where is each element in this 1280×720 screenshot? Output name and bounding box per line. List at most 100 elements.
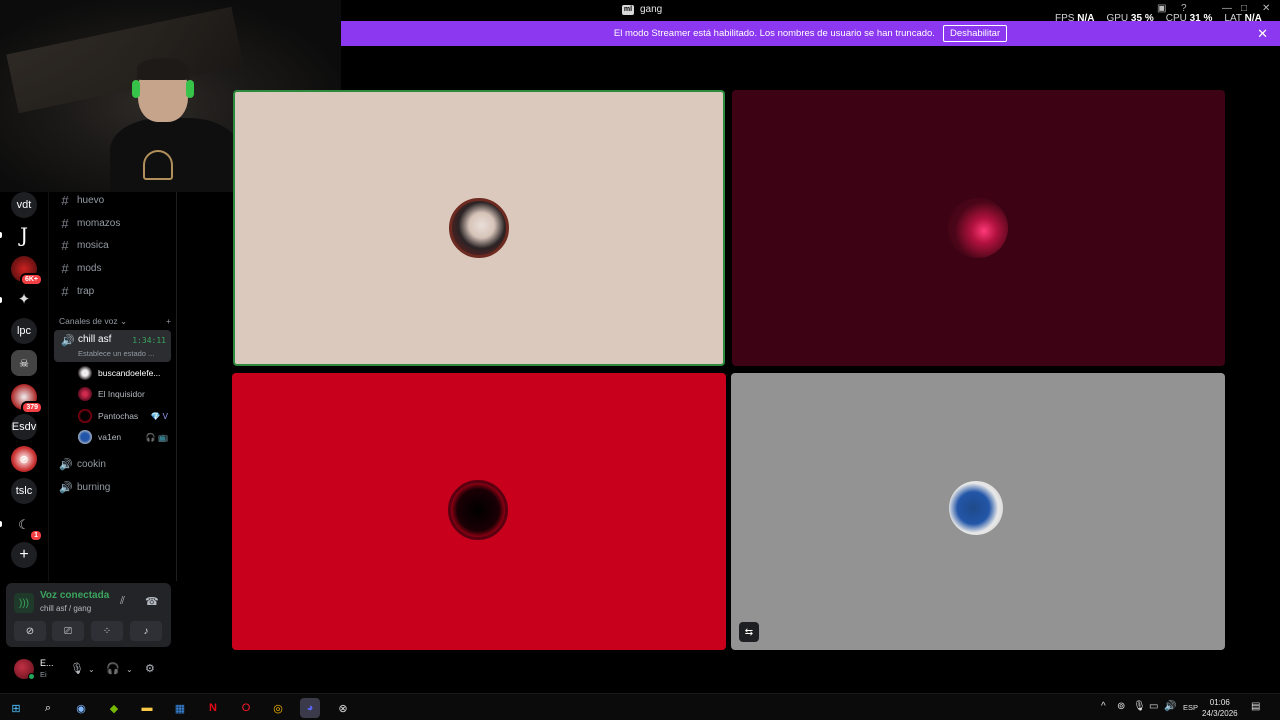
mention-badge: 6K+ xyxy=(19,273,43,286)
windows-start-icon[interactable]: ⊞ xyxy=(6,698,26,718)
channel-mosica[interactable]: # mosica xyxy=(59,236,109,254)
store-icon[interactable]: ▦ xyxy=(170,698,190,718)
disable-streamer-mode-button[interactable]: Deshabilitar xyxy=(942,25,1008,42)
chrome-icon[interactable]: ◎ xyxy=(268,698,288,718)
discord-icon[interactable]: ◕ xyxy=(300,698,320,718)
channel-label: cookin xyxy=(77,458,106,470)
voice-category-title: Canales de voz ⌄ xyxy=(59,316,127,327)
microphone-icon[interactable]: 🎙 xyxy=(1133,701,1146,712)
server-icon-red[interactable]: ⊘ xyxy=(11,446,37,472)
headphone-icon xyxy=(186,80,194,98)
server-icon-mushroom[interactable]: 6K+ xyxy=(11,256,43,286)
settings-gear-icon[interactable]: ⚙ xyxy=(145,662,155,675)
microphone-icon[interactable]: 🎙 xyxy=(70,662,84,675)
channel-huevo[interactable]: # huevo xyxy=(59,191,104,209)
chevron-up-icon[interactable]: ^ xyxy=(1101,701,1106,712)
set-status-prompt[interactable]: Establece un estado ... xyxy=(78,349,154,358)
notification-icon[interactable]: ▤ xyxy=(1251,701,1260,712)
user-status: Ei xyxy=(40,670,47,679)
search-icon[interactable]: ⌕ xyxy=(38,698,58,718)
voice-channel-burning[interactable]: 🔊 burning xyxy=(59,478,110,496)
minimize-icon[interactable]: — xyxy=(1222,3,1232,14)
nvidia-icon[interactable]: ◆ xyxy=(104,698,124,718)
system-clock[interactable]: 01:06 24/3/2026 xyxy=(1202,697,1238,719)
app-icon[interactable]: ⊗ xyxy=(333,698,353,718)
chevron-down-icon[interactable]: ⌄ xyxy=(126,665,133,674)
voice-member[interactable]: El Inquisidor xyxy=(78,385,168,403)
signal-icon[interactable]: ))) xyxy=(14,593,34,613)
server-label: tslc xyxy=(15,485,33,497)
server-icon-lpc[interactable]: lpc xyxy=(11,318,37,344)
avatar xyxy=(78,430,92,444)
netflix-icon[interactable]: N xyxy=(203,698,223,718)
voice-member[interactable]: Pantochas 💎 V xyxy=(78,407,168,425)
add-server-icon[interactable]: + xyxy=(11,542,37,568)
deafened-streaming-icon: 🎧 📺 xyxy=(145,432,168,442)
video-tile[interactable]: ⇆ xyxy=(731,373,1225,650)
soundboard-button[interactable]: ♪ xyxy=(130,621,162,641)
channel-list: # huevo # momazos # mosica # mods # trap Cana… xyxy=(48,192,177,581)
channel-label: momazos xyxy=(77,217,121,229)
screen-share-icon[interactable]: ⇆ xyxy=(739,622,759,642)
speaker-icon: 🔊 xyxy=(61,335,75,347)
server-icon-vdt[interactable]: vdt xyxy=(11,192,37,218)
video-tile-speaking[interactable] xyxy=(233,90,725,366)
voice-channel-cookin[interactable]: 🔊 cookin xyxy=(59,455,106,473)
help-icon[interactable]: ? xyxy=(1181,3,1187,14)
hash-icon: # xyxy=(61,237,69,253)
streamer-mode-banner: El modo Streamer está habilitado. Los no… xyxy=(341,21,1280,46)
camera-off-button[interactable]: ⊘ xyxy=(14,621,46,641)
video-tile[interactable] xyxy=(732,90,1225,366)
headphones-icon[interactable]: 🎧 xyxy=(106,662,120,675)
file-explorer-icon[interactable]: ▬ xyxy=(137,698,157,718)
network-icon[interactable]: ▭ xyxy=(1149,701,1158,712)
hoodie-logo xyxy=(143,150,173,180)
server-icon-anime[interactable]: 379 xyxy=(11,384,43,414)
channel-mods[interactable]: # mods xyxy=(59,259,101,277)
participant-avatar xyxy=(448,480,508,540)
server-icon-moon[interactable]: ☾ 1 xyxy=(11,512,43,542)
steam-icon[interactable]: ◉ xyxy=(71,698,91,718)
channel-trap[interactable]: # trap xyxy=(59,282,94,300)
server-icon-tslc[interactable]: tslc xyxy=(11,478,37,504)
channel-label: mosica xyxy=(77,239,109,251)
server-icon-wings[interactable]: ✦ xyxy=(11,286,37,312)
voice-status-subtitle[interactable]: chill asf / gang xyxy=(40,604,91,613)
voice-member[interactable]: buscandoelefe... xyxy=(78,364,168,382)
voice-member[interactable]: va1en 🎧 📺 xyxy=(78,428,168,446)
language-indicator[interactable]: ESP xyxy=(1183,703,1198,712)
mention-badge: 379 xyxy=(21,401,43,414)
server-label: vdt xyxy=(16,199,32,211)
video-tile[interactable] xyxy=(232,373,726,650)
add-channel-icon[interactable]: + xyxy=(166,316,171,327)
server-icon-mask[interactable]: ☠ xyxy=(11,350,37,376)
speaker-icon: 🔊 xyxy=(59,458,73,471)
voice-category-header[interactable]: Canales de voz ⌄ + xyxy=(59,316,171,327)
volume-icon[interactable]: 🔊 xyxy=(1164,701,1176,712)
inbox-icon[interactable]: ▣ xyxy=(1157,3,1166,14)
chevron-down-icon[interactable]: ⌄ xyxy=(88,665,95,674)
discord-app: ml gang FPS N/A GPU 35 % CPU 31 % LAT N/… xyxy=(0,0,1280,720)
windows-taskbar: ⊞ ⌕ ◉ ◆ ▬ ▦ N O ◎ ◕ ⊗ ^ ⊚ 🎙 ▭ 🔊 ESP 01:0… xyxy=(0,693,1280,720)
activities-button[interactable]: ⁘ xyxy=(91,621,123,641)
close-icon[interactable]: ✕ xyxy=(1257,26,1268,42)
server-icon-j[interactable]: J xyxy=(11,222,37,248)
close-window-icon[interactable]: ✕ xyxy=(1262,3,1270,14)
disconnect-icon[interactable]: ☎ xyxy=(145,595,159,608)
active-voice-channel[interactable]: 🔊 chill asf 1:34:11 Establece un estado … xyxy=(54,330,171,362)
window-title-text: gang xyxy=(640,4,663,15)
channel-label: mods xyxy=(77,262,102,274)
headphone-icon xyxy=(132,80,140,98)
avatar xyxy=(78,387,92,401)
noise-suppression-icon[interactable]: ⫽ xyxy=(120,595,125,608)
server-icon-esdv[interactable]: Esdv xyxy=(11,414,37,440)
maximize-icon[interactable]: □ xyxy=(1241,3,1247,14)
category-label: Canales de voz xyxy=(59,316,118,326)
channel-momazos[interactable]: # momazos xyxy=(59,214,120,232)
tray-app-icon[interactable]: ⊚ xyxy=(1117,701,1125,712)
banner-text: El modo Streamer está habilitado. Los no… xyxy=(613,28,935,39)
screen-share-button[interactable]: ⎚ xyxy=(52,621,84,641)
voice-channel-name: chill asf xyxy=(78,334,112,345)
opera-icon[interactable]: O xyxy=(236,698,256,718)
participant-avatar xyxy=(949,481,1003,535)
